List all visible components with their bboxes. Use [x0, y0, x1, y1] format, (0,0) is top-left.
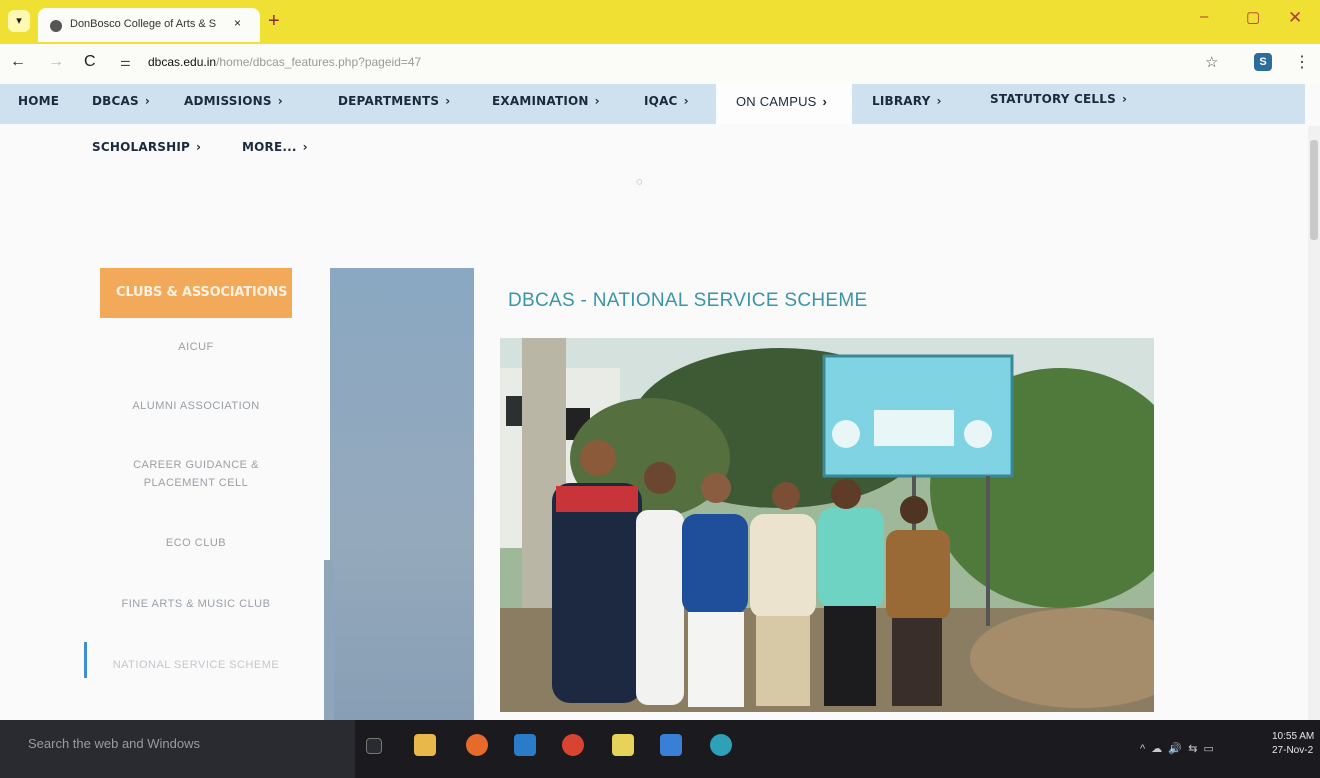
- decorative-column-edge: [324, 560, 334, 724]
- chevron-right-icon: ›: [144, 94, 150, 108]
- clock-date: 27-Nov-2: [1272, 745, 1314, 756]
- nav-item-examination[interactable]: EXAMINATION ›: [492, 94, 600, 108]
- chevron-right-icon: ›: [822, 94, 828, 109]
- url-field[interactable]: dbcas.edu.in/home/dbcas_features.php?pag…: [148, 55, 421, 69]
- nav-item-admissions[interactable]: ADMISSIONS ›: [184, 94, 283, 108]
- chevron-right-icon: ›: [1121, 92, 1128, 106]
- chevron-right-icon: ›: [277, 94, 283, 108]
- sidebar-item-label: CAREER GUIDANCE &: [133, 459, 259, 471]
- clubs-header-title: CLUBS & ASSOCIATIONS: [116, 285, 288, 300]
- nav-label: ADMISSIONS: [184, 94, 272, 108]
- nav-item-on-campus[interactable]: ON CAMPUS ›: [716, 84, 852, 109]
- sidebar-item-label: PLACEMENT CELL: [143, 477, 249, 489]
- decorative-column: [330, 268, 474, 724]
- nav-label: EXAMINATION: [492, 94, 589, 108]
- scrollbar-thumb[interactable]: [1310, 140, 1318, 240]
- sidebar-item-label: AICUF: [178, 341, 214, 353]
- active-indicator: [84, 642, 87, 678]
- nav-item-library[interactable]: LIBRARY ›: [872, 94, 942, 108]
- clock-time: 10:55 AM: [1272, 731, 1315, 742]
- sidebar-item-career-guidance[interactable]: CAREER GUIDANCE & PLACEMENT CELL: [100, 456, 292, 492]
- loading-spinner-icon: ◌: [636, 176, 643, 188]
- browser-tab-strip: ▾ DonBosco College of Arts & S × + – ▢ ✕: [0, 0, 1320, 44]
- sidebar-item-alumni-association[interactable]: ALUMNI ASSOCIATION: [100, 397, 292, 415]
- nav-label: DBCAS: [92, 94, 139, 108]
- tab-title: DonBosco College of Arts & S: [70, 18, 217, 30]
- close-window-icon[interactable]: ✕: [1288, 8, 1302, 28]
- sidebar-item-label: ECO CLUB: [165, 537, 227, 549]
- tab-search-button[interactable]: ▾: [8, 10, 30, 32]
- nav-item-dbcas[interactable]: DBCAS ›: [92, 94, 150, 108]
- url-path: /home/dbcas_features.php?pageid=47: [216, 55, 422, 69]
- maximize-icon[interactable]: ▢: [1246, 8, 1260, 26]
- chevron-right-icon: ›: [302, 140, 308, 154]
- minimize-icon[interactable]: –: [1200, 8, 1208, 25]
- chevron-right-icon: ›: [445, 94, 451, 108]
- nav-item-on-campus-active[interactable]: ON CAMPUS ›: [716, 84, 852, 124]
- chevron-right-icon: ›: [683, 94, 689, 108]
- chevron-right-icon: ›: [594, 94, 600, 108]
- sidebar-item-fine-arts-music-club[interactable]: FINE ARTS & MUSIC CLUB: [100, 595, 292, 613]
- photo-illustration: [500, 338, 1154, 712]
- nav-item-more[interactable]: MORE... ›: [242, 140, 308, 154]
- nav-label: STATUTORY CELLS: [990, 92, 1116, 106]
- chrome-canary-icon[interactable]: [710, 734, 732, 756]
- photos-icon[interactable]: [612, 734, 634, 756]
- task-view-icon[interactable]: [366, 738, 382, 754]
- nav-label: ON CAMPUS: [736, 94, 817, 109]
- address-bar: ← → C ⚌ dbcas.edu.in/home/dbcas_features…: [0, 44, 1320, 84]
- sidebar-item-label: ALUMNI ASSOCIATION: [132, 400, 260, 412]
- url-host: dbcas.edu.in: [148, 55, 217, 69]
- sidebar-item-label: NATIONAL SERVICE SCHEME: [112, 659, 280, 671]
- firefox-icon[interactable]: [466, 734, 488, 756]
- taskbar-search-box[interactable]: Search the web and Windows: [0, 720, 355, 778]
- nav-label: MORE...: [242, 140, 297, 154]
- site-info-icon[interactable]: ⚌: [120, 55, 131, 69]
- bookmark-star-icon[interactable]: ☆: [1205, 53, 1218, 71]
- nav-item-iqac[interactable]: IQAC ›: [644, 94, 689, 108]
- taskbar-search-placeholder: Search the web and Windows: [28, 736, 200, 751]
- word-icon[interactable]: [660, 734, 682, 756]
- windows-taskbar: Search the web and Windows ^ ☁ 🔊 ⇆ ▭ 10:…: [0, 720, 1320, 778]
- browser-tab[interactable]: DonBosco College of Arts & S ×: [38, 8, 260, 42]
- nav-label: DEPARTMENTS: [338, 94, 440, 108]
- forward-arrow-icon[interactable]: →: [48, 53, 64, 71]
- extension-icon[interactable]: S: [1254, 53, 1272, 71]
- site-favicon-icon: [50, 20, 62, 32]
- nav-label: SCHOLARSHIP: [92, 140, 191, 154]
- new-tab-button[interactable]: +: [268, 10, 280, 32]
- nav-label: IQAC: [644, 94, 678, 108]
- chevron-right-icon: ›: [936, 94, 942, 108]
- nav-label: HOME: [18, 94, 60, 108]
- chevron-right-icon: ›: [196, 140, 202, 154]
- nav-item-departments[interactable]: DEPARTMENTS ›: [338, 94, 450, 108]
- nav-item-home[interactable]: HOME: [18, 94, 59, 108]
- system-clock[interactable]: 10:55 AM 27-Nov-2: [1272, 730, 1314, 758]
- back-arrow-icon[interactable]: ←: [10, 53, 26, 71]
- sidebar-item-aicuf[interactable]: AICUF: [100, 338, 292, 356]
- nav-item-statutory-cells[interactable]: STATUTORY CELLS ›: [990, 92, 1127, 106]
- sidebar-item-label: FINE ARTS & MUSIC CLUB: [121, 598, 271, 610]
- file-explorer-icon[interactable]: [414, 734, 436, 756]
- tab-close-icon[interactable]: ×: [234, 16, 241, 30]
- sidebar-item-national-service-scheme[interactable]: NATIONAL SERVICE SCHEME: [100, 656, 292, 674]
- nav-label: LIBRARY: [872, 94, 931, 108]
- nss-group-photo: [500, 338, 1154, 712]
- nav-item-scholarship[interactable]: SCHOLARSHIP ›: [92, 140, 201, 154]
- chrome-icon[interactable]: [562, 734, 584, 756]
- clubs-associations-header: CLUBS & ASSOCIATIONS: [100, 268, 292, 318]
- page-title: DBCAS - NATIONAL SERVICE SCHEME: [508, 290, 868, 311]
- reload-icon[interactable]: C: [84, 53, 96, 71]
- sidebar-item-eco-club[interactable]: ECO CLUB: [100, 534, 292, 552]
- system-tray-icons[interactable]: ^ ☁ 🔊 ⇆ ▭: [1140, 742, 1214, 755]
- browser-menu-icon[interactable]: ⋮: [1294, 52, 1310, 72]
- store-icon[interactable]: [514, 734, 536, 756]
